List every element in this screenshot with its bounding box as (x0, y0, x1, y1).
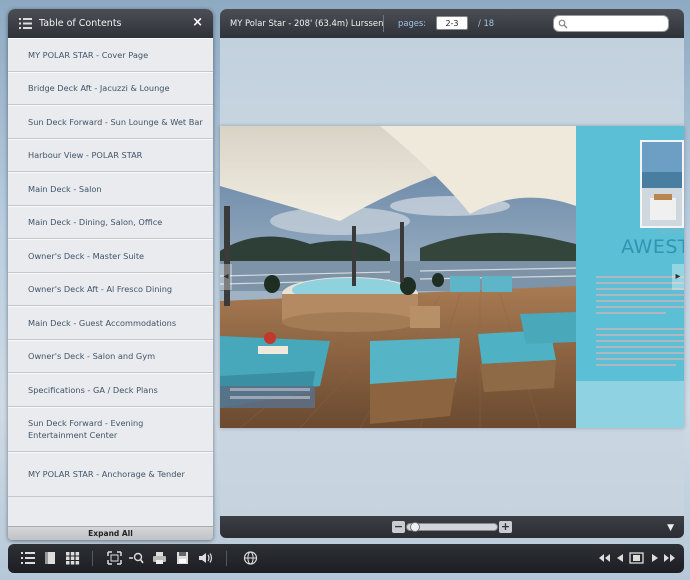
prev-page-icon[interactable] (613, 551, 628, 565)
previous-page-arrow[interactable]: ◂ (220, 264, 232, 290)
save-icon[interactable] (175, 551, 190, 565)
zoom-in-button[interactable]: + (499, 521, 512, 533)
zoom-out-icon[interactable] (129, 551, 144, 565)
toc-item-harbour-view[interactable]: Harbour View - POLAR STAR (8, 138, 213, 172)
search-icon (558, 19, 568, 29)
toc-item-owners-deck-master-suite[interactable]: Owner's Deck - Master Suite (8, 239, 213, 273)
close-icon[interactable]: × (192, 16, 203, 30)
first-page-icon[interactable] (597, 551, 612, 565)
toc-panel: Table of Contents × MY POLAR STAR - Cove… (8, 9, 213, 540)
book-icon[interactable] (43, 551, 58, 565)
zoom-slider-thumb[interactable] (410, 522, 420, 532)
toc-item-cover-page[interactable]: MY POLAR STAR - Cover Page (8, 38, 213, 72)
zoom-out-button[interactable]: − (392, 521, 405, 533)
print-icon[interactable] (152, 551, 167, 565)
page-flip-icon[interactable] (629, 551, 644, 565)
toc-item-evening-entertainment[interactable]: Sun Deck Forward - Evening Entertainment… (8, 406, 213, 452)
globe-icon[interactable] (243, 551, 258, 565)
fullscreen-icon[interactable] (107, 551, 122, 565)
page-spread[interactable]: ◂ PREPA AWEST ▸ (220, 126, 684, 428)
toolbar-divider (226, 551, 227, 566)
toc-item-main-deck-salon[interactable]: Main Deck - Salon (8, 172, 213, 206)
page-viewer: ◂ PREPA AWEST ▸ (220, 38, 684, 516)
toc-item-sun-deck-forward-lounge[interactable]: Sun Deck Forward - Sun Lounge & Wet Bar (8, 105, 213, 139)
toc-list: MY POLAR STAR - Cover Page Bridge Deck A… (8, 38, 213, 526)
toolbar-divider (92, 551, 93, 566)
right-page-heading-small: PREPA (658, 228, 682, 235)
right-page-bottom-band (576, 381, 684, 428)
toc-item-owners-deck-aft-dining[interactable]: Owner's Deck Aft - Al Fresco Dining (8, 272, 213, 306)
pages-label: pages: (398, 18, 427, 28)
zoom-bar: − + ▼ (220, 516, 684, 538)
page-total: / 18 (478, 18, 495, 28)
next-page-arrow[interactable]: ▸ (672, 264, 684, 290)
page-number-input[interactable] (436, 16, 468, 30)
brochure-right-page: PREPA AWEST ▸ (576, 126, 684, 428)
toc-item-main-deck-dining[interactable]: Main Deck - Dining, Salon, Office (8, 205, 213, 239)
toc-title: Table of Contents (39, 18, 122, 29)
document-title: MY Polar Star - 208' (63.4m) Lurssen (230, 18, 384, 28)
bottom-toolbar (8, 544, 684, 573)
toc-item-specifications[interactable]: Specifications - GA / Deck Plans (8, 373, 213, 407)
topbar-divider (383, 15, 384, 32)
yacht-deck-photo: ◂ (220, 126, 576, 428)
expand-all-button[interactable]: Expand All (8, 526, 213, 540)
grid-icon[interactable] (65, 551, 80, 565)
list-icon[interactable] (21, 551, 36, 565)
toc-item-guest-accommodations[interactable]: Main Deck - Guest Accommodations (8, 306, 213, 340)
next-page-icon[interactable] (647, 551, 662, 565)
toc-item-owners-deck-salon-gym[interactable]: Owner's Deck - Salon and Gym (8, 339, 213, 373)
toc-item-anchorage-tender[interactable]: MY POLAR STAR - Anchorage & Tender (8, 451, 213, 497)
chevron-down-icon[interactable]: ▼ (667, 523, 674, 533)
right-page-body-text (596, 276, 684, 366)
search-input[interactable] (553, 15, 669, 32)
jacuzzi-deck-image (220, 126, 576, 428)
right-page-heading-large: AWEST (621, 236, 684, 258)
toc-item-bridge-deck-aft[interactable]: Bridge Deck Aft - Jacuzzi & Lounge (8, 71, 213, 105)
list-icon (19, 18, 32, 29)
inset-photo (640, 140, 684, 228)
toc-header: Table of Contents × (8, 9, 213, 38)
viewer-topbar: MY Polar Star - 208' (63.4m) Lurssen pag… (220, 9, 684, 38)
zoom-slider[interactable] (406, 522, 498, 532)
sound-icon[interactable] (198, 551, 213, 565)
last-page-icon[interactable] (662, 551, 677, 565)
